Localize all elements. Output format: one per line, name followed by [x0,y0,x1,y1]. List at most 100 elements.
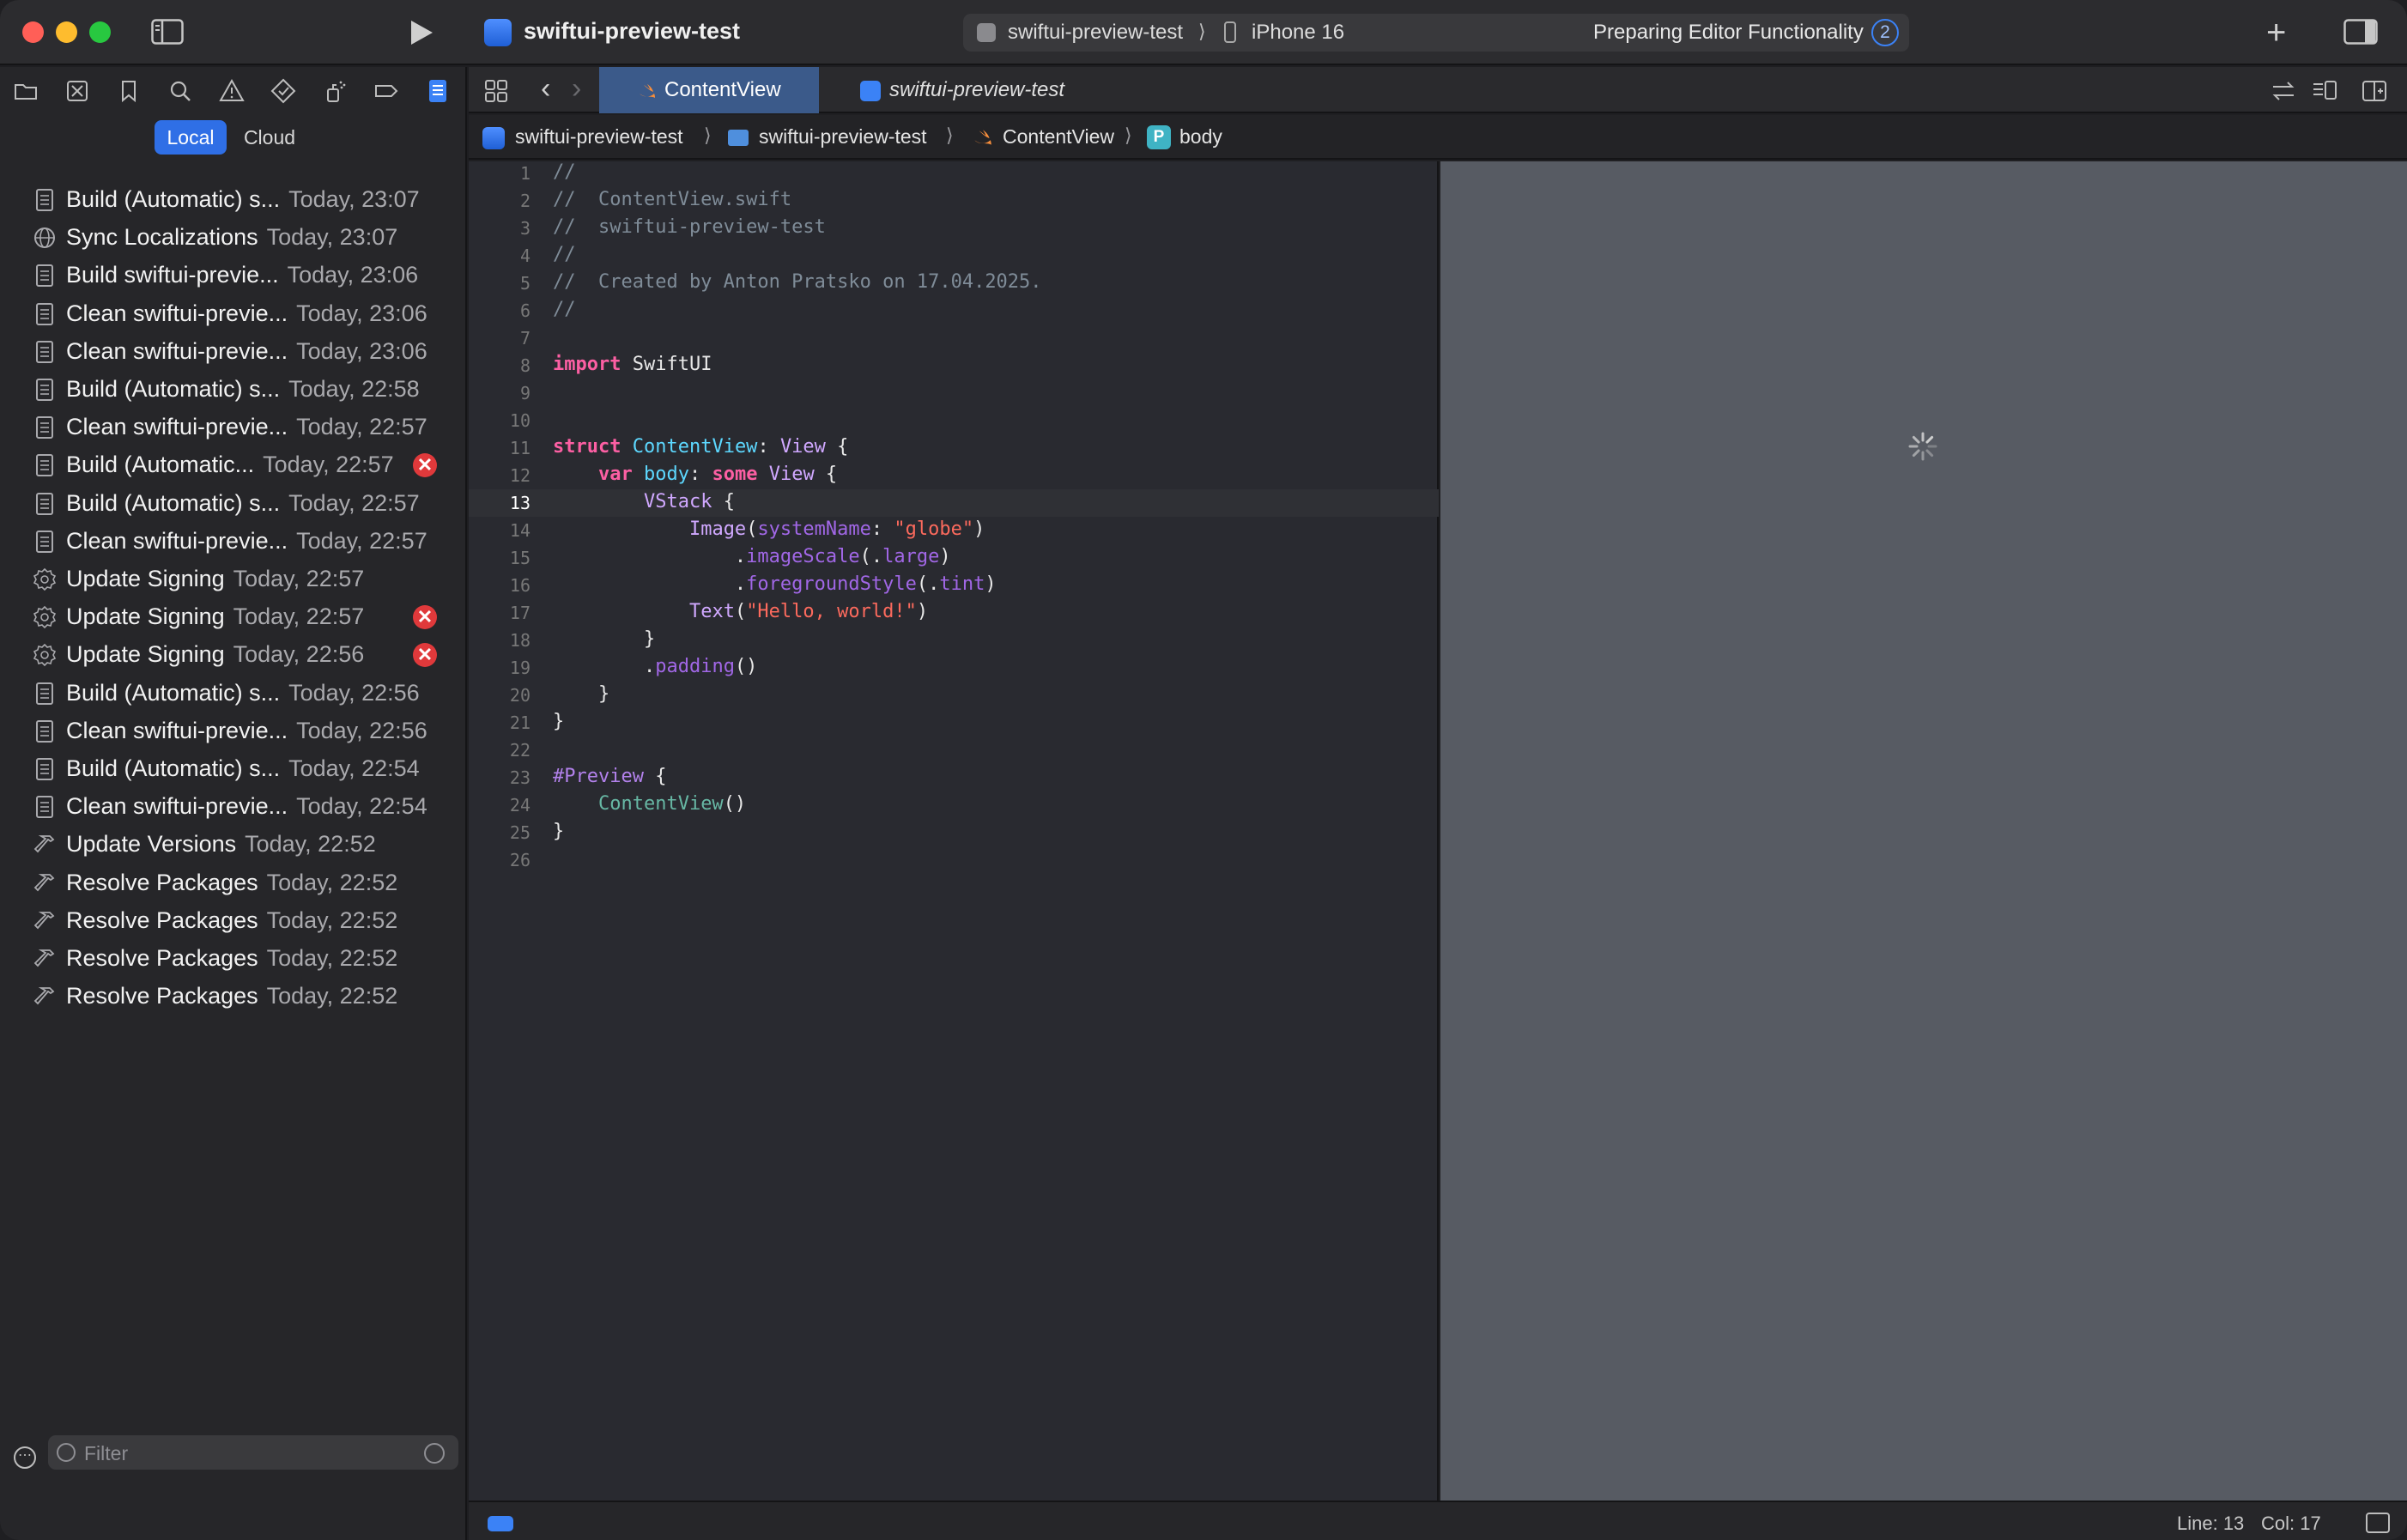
report-item[interactable]: Sync Localizations Today, 23:07 [0,218,467,256]
segment-local[interactable]: Local [155,120,227,155]
report-item[interactable]: Update Signing Today, 22:57 [0,560,467,597]
line-number[interactable]: 6 [469,300,531,321]
segment-cloud[interactable]: Cloud [233,120,306,155]
debug-area-toggle-icon[interactable] [2366,1513,2390,1533]
activity-count-badge[interactable]: 2 [1871,19,1899,46]
code-line[interactable]: .foregroundStyle(.tint) [553,573,997,595]
navigate-forward-icon[interactable]: › [572,72,581,106]
minimize-window-button[interactable] [56,21,77,43]
report-item[interactable]: Build (Automatic) s... Today, 22:57 [0,484,467,522]
line-number[interactable]: 26 [469,850,531,870]
code-line[interactable]: Text("Hello, world!") [553,601,928,622]
line-number[interactable]: 10 [469,410,531,431]
source-code-editor[interactable]: 1 // 2 // ContentView.swift 3 // swiftui-prev… [469,161,1439,1501]
zoom-window-button[interactable] [89,21,111,43]
jumpbar-folder[interactable]: swiftui-preview-test [759,125,927,149]
line-number[interactable]: 23 [469,767,531,788]
code-line[interactable]: // swiftui-preview-test [553,216,826,238]
test-diamond-icon[interactable] [270,77,297,105]
code-line[interactable]: } [553,683,609,705]
recent-clock-icon[interactable] [424,1443,445,1464]
swap-arrows-icon[interactable] [2270,77,2297,105]
code-line[interactable]: } [553,821,564,842]
line-number[interactable]: 9 [469,383,531,403]
report-item[interactable]: Resolve Packages Today, 22:52 [0,864,467,901]
preview-canvas[interactable] [1440,161,2407,1501]
jumpbar-file[interactable]: ContentView [1003,125,1114,149]
add-library-button[interactable]: + [2266,14,2286,52]
run-play-icon[interactable] [405,17,436,48]
search-icon[interactable] [167,77,194,105]
jumpbar-symbol[interactable]: body [1179,125,1222,149]
line-number[interactable]: 8 [469,355,531,376]
line-number[interactable]: 16 [469,575,531,596]
source-control-icon[interactable] [64,77,91,105]
code-line[interactable]: Image(systemName: "globe") [553,518,985,540]
report-item[interactable]: Build (Automatic) s... Today, 22:56 [0,674,467,712]
report-item[interactable]: Clean swiftui-previe... Today, 22:56 [0,712,467,749]
navigate-back-icon[interactable]: ‹ [541,72,550,106]
related-items-grid-icon[interactable] [484,79,508,103]
code-line[interactable]: VStack { [553,491,735,512]
line-number[interactable]: 2 [469,191,531,211]
editor-options-icon[interactable] [2311,77,2338,105]
code-line[interactable]: // ContentView.swift [553,189,791,210]
code-line[interactable]: // [553,161,576,183]
folder-icon[interactable] [12,77,39,105]
report-item[interactable]: Build (Automatic... Today, 22:57 ✕ [0,446,467,483]
report-item[interactable]: Clean swiftui-previe... Today, 23:06 [0,294,467,332]
line-number[interactable]: 18 [469,630,531,651]
report-item[interactable]: Resolve Packages Today, 22:52 [0,977,467,1015]
report-item[interactable]: Clean swiftui-previe... Today, 23:06 [0,332,467,370]
line-number[interactable]: 25 [469,822,531,843]
line-number[interactable]: 12 [469,465,531,486]
line-number[interactable]: 15 [469,548,531,568]
code-line[interactable]: // [553,299,576,320]
report-item[interactable]: Build (Automatic) s... Today, 22:58 [0,370,467,408]
code-line[interactable]: // [553,244,576,265]
code-line[interactable]: var body: some View { [553,464,837,485]
line-number[interactable]: 14 [469,520,531,541]
line-number[interactable]: 20 [469,685,531,706]
line-number[interactable]: 24 [469,795,531,815]
code-line[interactable]: import SwiftUI [553,354,712,375]
close-window-button[interactable] [22,21,44,43]
line-number[interactable]: 17 [469,603,531,623]
debug-spray-icon[interactable] [321,77,349,105]
bookmark-icon[interactable] [115,77,142,105]
code-line[interactable]: ContentView() [553,793,746,815]
code-line[interactable]: .padding() [553,656,757,677]
code-line[interactable]: struct ContentView: View { [553,436,848,458]
report-item[interactable]: Build swiftui-previe... Today, 23:06 [0,256,467,294]
tab-project-label[interactable]: swiftui-preview-test [889,78,1064,102]
run-destination-selector[interactable]: iPhone 16 [1252,21,1344,45]
filter-input[interactable] [84,1439,410,1468]
line-number[interactable]: 3 [469,218,531,239]
line-number[interactable]: 1 [469,163,531,184]
breakpoint-toggle[interactable] [488,1516,513,1531]
report-item[interactable]: Update Signing Today, 22:57 ✕ [0,597,467,635]
line-number[interactable]: 19 [469,658,531,678]
line-number[interactable]: 13 [469,493,531,513]
line-number[interactable]: 11 [469,438,531,458]
report-item[interactable]: Update Versions Today, 22:52 [0,825,467,863]
code-line[interactable]: #Preview { [553,766,666,787]
line-number[interactable]: 22 [469,740,531,761]
report-item[interactable]: Resolve Packages Today, 22:52 [0,901,467,939]
line-number[interactable]: 7 [469,328,531,349]
report-item[interactable]: Build (Automatic) s... Today, 23:07 [0,180,467,218]
line-number[interactable]: 4 [469,246,531,266]
code-line[interactable]: // Created by Anton Pratsko on 17.04.202… [553,271,1042,293]
code-line[interactable]: } [553,628,655,650]
inspector-toggle-icon[interactable] [2343,19,2378,45]
breakpoint-tag-icon[interactable] [373,77,400,105]
sidebar-toggle-icon[interactable] [151,19,184,45]
code-line[interactable]: } [553,711,564,732]
report-item[interactable]: Clean swiftui-previe... Today, 22:57 [0,408,467,446]
code-line[interactable]: .imageScale(.large) [553,546,951,567]
jumpbar-project[interactable]: swiftui-preview-test [515,125,683,149]
line-number[interactable]: 5 [469,273,531,294]
line-number[interactable]: 21 [469,712,531,733]
report-navigator-icon[interactable] [424,77,452,105]
report-item[interactable]: Build (Automatic) s... Today, 22:54 [0,749,467,787]
